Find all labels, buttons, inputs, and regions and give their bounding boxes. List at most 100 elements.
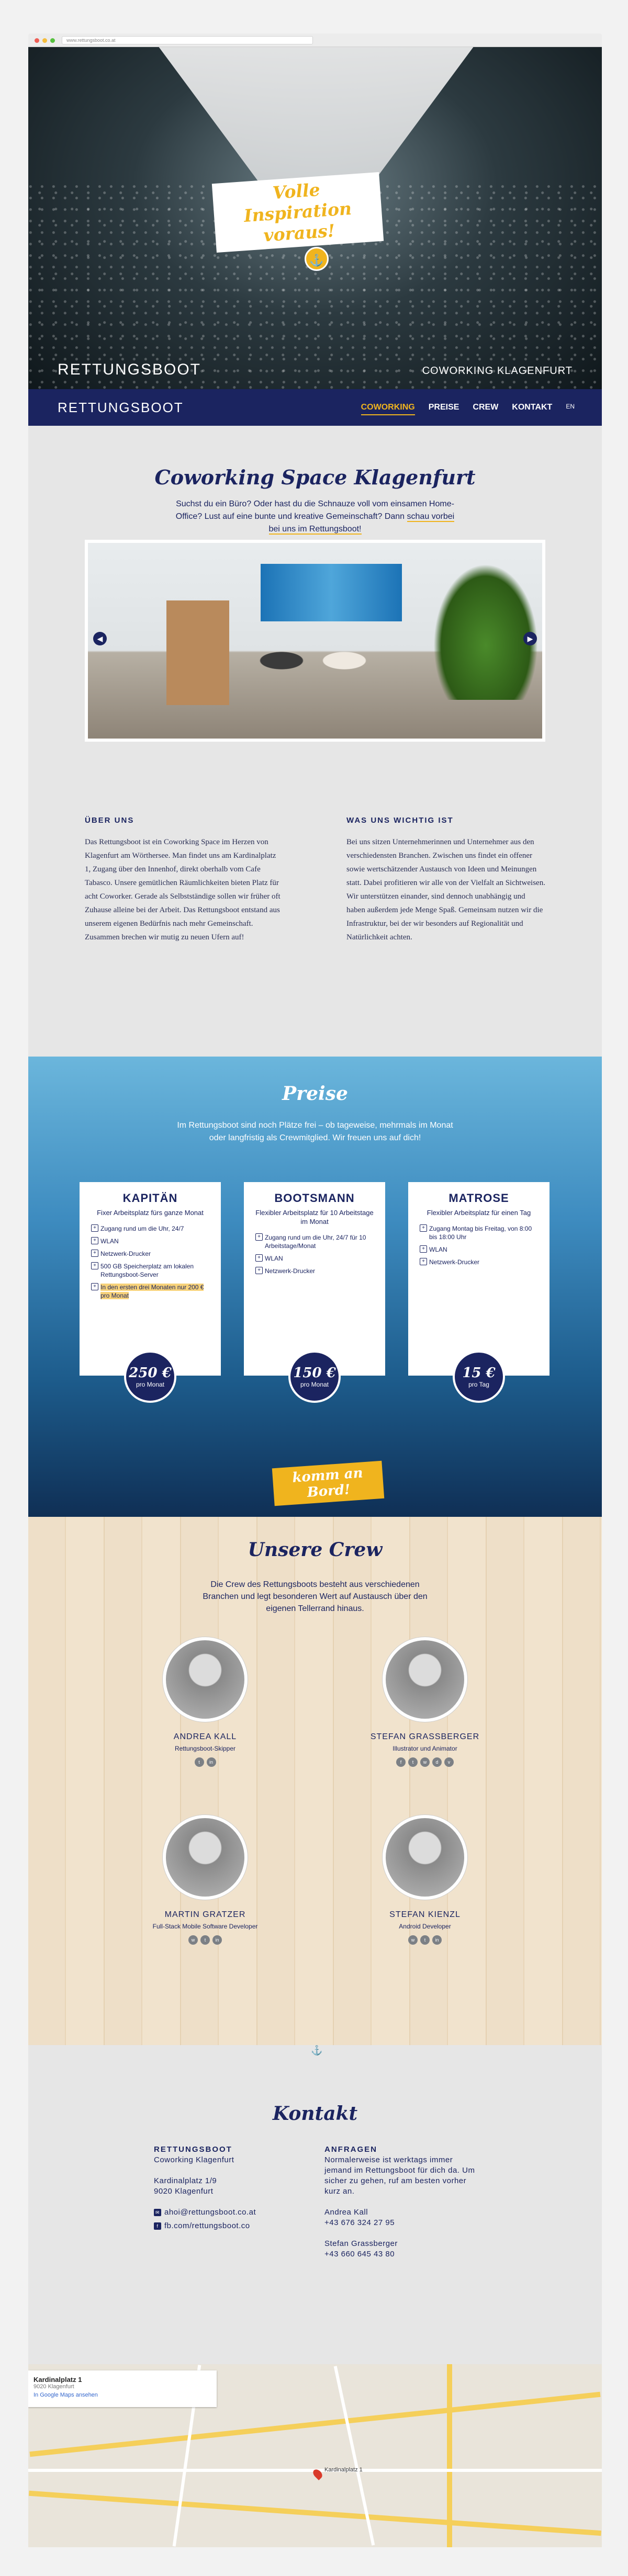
window-controls[interactable] xyxy=(35,38,55,43)
shelf xyxy=(166,600,229,705)
page: Volle Inspiration voraus! ⚓ RETTUNGSBOOT… xyxy=(28,47,602,2547)
price-unit: pro Tag xyxy=(468,1381,489,1388)
linkedin-icon[interactable]: in xyxy=(206,1757,216,1767)
twitter-icon[interactable]: t xyxy=(408,1757,418,1767)
contact-requests: ANFRAGEN Normalerweise ist werktags imme… xyxy=(324,2144,481,2260)
about-column: ÜBER UNS Das Rettungsboot ist ein Cowork… xyxy=(85,816,284,944)
price-value: 150 € xyxy=(293,1365,336,1381)
price-value: 15 € xyxy=(462,1365,496,1381)
dribbble-icon[interactable]: d xyxy=(432,1757,442,1767)
crew-member: STEFAN KIENZL Android Developer w t in xyxy=(346,1815,503,1945)
plan-feature: Zugang Montag bis Freitag, von 8:00 bis … xyxy=(420,1224,538,1241)
member-name: ANDREA KALL xyxy=(173,1732,237,1741)
linkedin-icon[interactable]: in xyxy=(432,1935,442,1945)
plan-feature: Netzwerk-Drucker xyxy=(420,1258,538,1266)
map-info-card: Kardinalplatz 1 9020 Klagenfurt In Googl… xyxy=(28,2370,217,2407)
nav-item-crew[interactable]: CREW xyxy=(473,403,498,415)
plant xyxy=(433,564,538,700)
hero-tagline: Volle Inspiration voraus! xyxy=(211,172,384,253)
price-value: 250 € xyxy=(129,1365,172,1381)
price-badge: 150 € pro Monat xyxy=(288,1351,341,1403)
globe-icon[interactable]: w xyxy=(420,1757,430,1767)
avatar xyxy=(383,1815,467,1900)
facebook-icon: f xyxy=(154,2222,161,2230)
plan-card-kapitaen: KAPITÄN Fixer Arbeitsplatz fürs ganze Mo… xyxy=(80,1182,221,1403)
chevron-right-icon[interactable]: ▶ xyxy=(523,632,537,645)
prices-intro: Im Rettungsboot sind noch Plätze frei – … xyxy=(177,1121,453,1142)
map-link[interactable]: In Google Maps ansehen xyxy=(33,2392,211,2398)
values-text: Bei uns sitzen Unternehmerinnen und Unte… xyxy=(346,838,545,941)
member-name: STEFAN KIENZL xyxy=(389,1910,461,1919)
nav-logo[interactable]: RETTUNGSBOOT xyxy=(58,400,184,416)
price-unit: pro Monat xyxy=(300,1381,329,1388)
twitter-icon[interactable]: t xyxy=(194,1757,204,1767)
contact-address: RETTUNGSBOOT Coworking Klagenfurt Kardin… xyxy=(154,2144,311,2231)
plan-name: MATROSE xyxy=(448,1191,509,1205)
about-title: ÜBER UNS xyxy=(85,816,134,825)
globe-icon[interactable]: w xyxy=(408,1935,418,1945)
contact-person-phone[interactable]: +43 676 324 27 95 xyxy=(324,2218,481,2228)
main-nav: RETTUNGSBOOT COWORKING PREISE CREW KONTA… xyxy=(28,389,602,426)
prices-title: Preise xyxy=(282,1083,348,1105)
cta-board[interactable]: komm an Bord! xyxy=(272,1460,385,1506)
plan-name: BOOTSMANN xyxy=(274,1191,355,1205)
nav-item-preise[interactable]: PREISE xyxy=(429,403,459,415)
price-unit: pro Monat xyxy=(136,1381,165,1388)
crew-member: MARTIN GRATZER Full-Stack Mobile Softwar… xyxy=(127,1815,284,1945)
plan-feature: Netzwerk-Drucker xyxy=(91,1250,209,1258)
address-bar[interactable]: www.rettungsboot.co.at xyxy=(62,36,313,44)
contact-city: 9020 Klagenfurt xyxy=(154,2187,214,2196)
vimeo-icon[interactable]: v xyxy=(444,1757,454,1767)
plan-feature: Zugang rund um die Uhr, 24/7 xyxy=(91,1224,209,1233)
mail-icon: ✉ xyxy=(154,2209,161,2216)
image-slider: ◀ ▶ xyxy=(85,540,545,742)
anchor-icon: ⚓ xyxy=(311,2045,323,2056)
plan-highlight-text: In den ersten drei Monaten nur 200 € pro… xyxy=(100,1284,204,1299)
crew-member: ANDREA KALL Rettungsboot-Skipper t in xyxy=(127,1637,284,1767)
member-role: Illustrator und Animator xyxy=(392,1745,457,1752)
twitter-icon[interactable]: t xyxy=(200,1935,210,1945)
avatar xyxy=(163,1815,248,1900)
nav-lang-switch[interactable]: EN xyxy=(566,403,575,415)
price-badge: 15 € pro Tag xyxy=(453,1351,505,1403)
anchor-icon[interactable]: ⚓ xyxy=(305,247,329,271)
member-role: Full-Stack Mobile Software Developer xyxy=(152,1923,258,1930)
plan-card-bootsmann: BOOTSMANN Flexibler Arbeitsplatz für 10 … xyxy=(244,1182,385,1403)
contact-person-phone[interactable]: +43 660 645 43 80 xyxy=(324,2249,481,2260)
linkedin-icon[interactable]: in xyxy=(212,1935,222,1945)
people xyxy=(234,616,391,705)
member-name: STEFAN GRASSBERGER xyxy=(370,1732,480,1741)
wall-picture xyxy=(261,564,402,621)
nav-item-coworking[interactable]: COWORKING xyxy=(361,403,415,415)
prices-section: Preise Im Rettungsboot sind noch Plätze … xyxy=(28,1057,602,1517)
map[interactable]: Kardinalplatz 1 9020 Klagenfurt In Googl… xyxy=(28,2364,602,2547)
coworking-title: Coworking Space Klagenfurt xyxy=(154,466,476,489)
hero: Volle Inspiration voraus! ⚓ RETTUNGSBOOT… xyxy=(28,47,602,389)
values-title: WAS UNS WICHTIG IST xyxy=(346,816,454,825)
price-badge: 250 € pro Monat xyxy=(124,1351,176,1403)
plan-feature: Zugang rund um die Uhr, 24/7 für 10 Arbe… xyxy=(255,1233,374,1250)
member-name: MARTIN GRATZER xyxy=(164,1910,246,1919)
contact-person-name: Stefan Grassberger xyxy=(324,2239,398,2248)
requests-text: Normalerweise ist werktags immer jemand … xyxy=(324,2155,475,2196)
chevron-left-icon[interactable]: ◀ xyxy=(93,632,107,645)
coworking-intro: Suchst du ein Büro? Oder hast du die Sch… xyxy=(170,498,461,536)
plan-card-matrose: MATROSE Flexibler Arbeitsplatz für einen… xyxy=(408,1182,550,1403)
contact-email[interactable]: ahoi@rettungsboot.co.at xyxy=(164,2207,256,2218)
plan-feature: Netzwerk-Drucker xyxy=(255,1267,374,1275)
browser-chrome: www.rettungsboot.co.at xyxy=(28,33,602,47)
crew-section: Unsere Crew Die Crew des Rettungsboots b… xyxy=(28,1517,602,2045)
nav-item-kontakt[interactable]: KONTAKT xyxy=(512,403,552,415)
twitter-icon[interactable]: t xyxy=(420,1935,430,1945)
facebook-icon[interactable]: f xyxy=(396,1757,406,1767)
plan-feature: WLAN xyxy=(91,1237,209,1245)
contact-facebook[interactable]: fb.com/rettungsboot.co xyxy=(164,2221,250,2231)
crew-member: STEFAN GRASSBERGER Illustrator und Anima… xyxy=(346,1637,503,1767)
slide-image: ◀ ▶ xyxy=(88,543,542,739)
globe-icon[interactable]: w xyxy=(188,1935,198,1945)
values-column: WAS UNS WICHTIG IST Bei uns sitzen Unter… xyxy=(346,816,545,944)
plan-desc: Fixer Arbeitsplatz fürs ganze Monat xyxy=(97,1209,204,1217)
avatar xyxy=(383,1637,467,1722)
plan-feature: WLAN xyxy=(420,1245,538,1254)
requests-title: ANFRAGEN xyxy=(324,2145,377,2154)
